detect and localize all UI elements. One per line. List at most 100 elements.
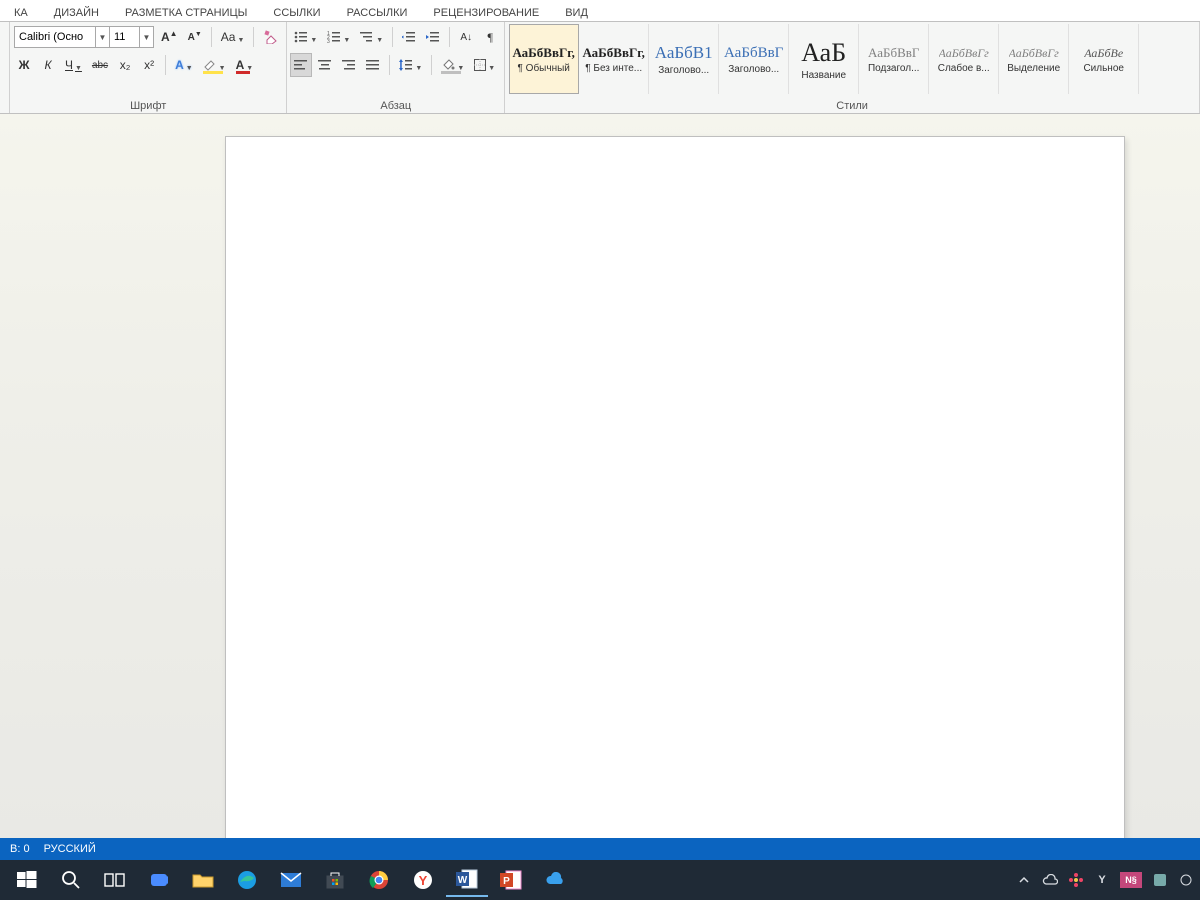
grow-font-label: A bbox=[161, 30, 170, 44]
superscript-button[interactable]: x² bbox=[139, 54, 159, 76]
taskbar-app-store-icon[interactable] bbox=[314, 863, 356, 897]
shrink-font-button[interactable]: A▼ bbox=[185, 26, 205, 48]
style-item-4[interactable]: АаБНазвание bbox=[789, 24, 859, 94]
tab-page-layout[interactable]: РАЗМЕТКА СТРАНИЦЫ bbox=[121, 5, 251, 21]
style-item-0[interactable]: АаБбВвГг,¶ Обычный bbox=[509, 24, 579, 94]
document-page[interactable] bbox=[225, 136, 1125, 838]
taskbar-app-mail-icon[interactable] bbox=[270, 863, 312, 897]
strikethrough-button[interactable]: abc bbox=[89, 54, 111, 76]
style-item-1[interactable]: АаБбВвГг,¶ Без инте... bbox=[579, 24, 649, 94]
taskbar: Y W P Y N§ bbox=[0, 860, 1200, 900]
tray-flower-icon[interactable] bbox=[1068, 872, 1084, 888]
change-case-button[interactable]: Aa▼ bbox=[218, 26, 248, 48]
word-icon: W bbox=[456, 869, 478, 889]
style-item-3[interactable]: АаБбВвГЗаголово... bbox=[719, 24, 789, 94]
align-left-button[interactable] bbox=[291, 54, 311, 76]
line-spacing-button[interactable]: ▼ bbox=[396, 54, 425, 76]
separator bbox=[211, 27, 212, 47]
highlight-color-button[interactable]: ▼ bbox=[200, 54, 229, 76]
taskbar-app-zoom-icon[interactable] bbox=[138, 863, 180, 897]
document-area[interactable] bbox=[0, 114, 1200, 838]
grow-font-button[interactable]: A▲ bbox=[158, 26, 181, 48]
cloud-icon bbox=[544, 872, 566, 888]
svg-text:W: W bbox=[458, 875, 468, 886]
tray-cloud-icon[interactable] bbox=[1042, 872, 1058, 888]
taskbar-app-yandex-icon[interactable]: Y bbox=[402, 863, 444, 897]
indent-icon bbox=[426, 31, 440, 43]
increase-indent-button[interactable] bbox=[423, 26, 443, 48]
tray-chevron-up-icon[interactable] bbox=[1016, 872, 1032, 888]
multilevel-icon bbox=[360, 31, 374, 43]
separator bbox=[253, 27, 254, 47]
tab-references[interactable]: ССЫЛКИ bbox=[269, 5, 324, 21]
yandex-icon: Y bbox=[413, 870, 433, 890]
borders-button[interactable]: ▼ bbox=[471, 54, 498, 76]
taskbar-app-explorer-icon[interactable] bbox=[182, 863, 224, 897]
font-group-label: Шрифт bbox=[14, 99, 282, 112]
taskview-icon bbox=[104, 871, 126, 889]
separator bbox=[392, 27, 393, 47]
font-size-input[interactable] bbox=[109, 27, 139, 47]
tray-app-icon[interactable] bbox=[1152, 872, 1168, 888]
underline-button[interactable]: Ч▼ bbox=[62, 54, 85, 76]
tab-review[interactable]: РЕЦЕНЗИРОВАНИЕ bbox=[429, 5, 543, 21]
font-name-arrow-icon[interactable]: ▼ bbox=[95, 27, 109, 47]
text-effects-button[interactable]: A▼ bbox=[172, 54, 196, 76]
ribbon-group-styles: АаБбВвГг,¶ ОбычныйАаБбВвГг,¶ Без инте...… bbox=[505, 22, 1200, 113]
font-size-arrow-icon[interactable]: ▼ bbox=[139, 27, 153, 47]
taskbar-app-word-icon[interactable]: W bbox=[446, 863, 488, 897]
align-right-button[interactable] bbox=[339, 54, 359, 76]
taskbar-app-cloud-icon[interactable] bbox=[534, 863, 576, 897]
style-item-7[interactable]: АаБбВвГгВыделение bbox=[999, 24, 1069, 94]
tray-yandex-icon[interactable]: Y bbox=[1094, 872, 1110, 888]
status-word-count[interactable]: В: 0 bbox=[10, 843, 30, 855]
taskbar-taskview-icon[interactable] bbox=[94, 863, 136, 897]
svg-text:3: 3 bbox=[327, 39, 330, 43]
bullets-button[interactable]: ▼ bbox=[291, 26, 320, 48]
change-case-label: Aa bbox=[221, 30, 236, 44]
tray-keyboard-icon[interactable]: N§ bbox=[1120, 872, 1142, 888]
font-name-input[interactable] bbox=[15, 27, 95, 47]
shading-button[interactable]: ▼ bbox=[438, 54, 467, 76]
style-item-5[interactable]: АаБбВвГПодзагол... bbox=[859, 24, 929, 94]
clear-formatting-button[interactable] bbox=[260, 26, 282, 48]
sort-button[interactable]: А↓ bbox=[456, 26, 476, 48]
style-label: ¶ Обычный bbox=[511, 63, 576, 74]
start-button[interactable] bbox=[6, 863, 48, 897]
subscript-button[interactable]: x₂ bbox=[115, 54, 135, 76]
align-center-button[interactable] bbox=[315, 54, 335, 76]
show-marks-button[interactable]: ¶ bbox=[480, 26, 500, 48]
tab-view[interactable]: ВИД bbox=[561, 5, 592, 21]
tab-design[interactable]: ДИЗАЙН bbox=[50, 5, 103, 21]
align-justify-button[interactable] bbox=[363, 54, 383, 76]
chrome-icon bbox=[369, 870, 389, 890]
tray-more-icon[interactable] bbox=[1178, 872, 1194, 888]
borders-icon bbox=[474, 59, 486, 71]
style-label: Слабое в... bbox=[931, 63, 996, 74]
styles-gallery[interactable]: АаБбВвГг,¶ ОбычныйАаБбВвГг,¶ Без инте...… bbox=[509, 24, 1195, 94]
tab-mailings[interactable]: РАССЫЛКИ bbox=[343, 5, 412, 21]
font-name-combo[interactable]: ▼ ▼ bbox=[14, 26, 154, 48]
status-language[interactable]: РУССКИЙ bbox=[44, 843, 96, 855]
font-color-button[interactable]: A ▼ bbox=[233, 54, 257, 76]
bold-button[interactable]: Ж bbox=[14, 54, 34, 76]
taskbar-app-powerpoint-icon[interactable]: P bbox=[490, 863, 532, 897]
style-item-6[interactable]: АаБбВвГгСлабое в... bbox=[929, 24, 999, 94]
ribbon-group-font: ▼ ▼ A▲ A▼ Aa▼ Ж bbox=[10, 22, 287, 113]
numbering-button[interactable]: 123▼ bbox=[324, 26, 353, 48]
style-item-2[interactable]: АаБбВ1Заголово... bbox=[649, 24, 719, 94]
taskbar-search-icon[interactable] bbox=[50, 863, 92, 897]
multilevel-list-button[interactable]: ▼ bbox=[357, 26, 386, 48]
paint-bucket-icon bbox=[441, 59, 455, 71]
taskbar-app-chrome-icon[interactable] bbox=[358, 863, 400, 897]
taskbar-app-edge-icon[interactable] bbox=[226, 863, 268, 897]
mail-icon bbox=[280, 872, 302, 888]
style-item-8[interactable]: АаБбВеСильное bbox=[1069, 24, 1139, 94]
tab-partial[interactable]: КА bbox=[10, 5, 32, 21]
zoom-icon bbox=[148, 869, 170, 891]
align-right-icon bbox=[342, 59, 356, 71]
decrease-indent-button[interactable] bbox=[399, 26, 419, 48]
italic-button[interactable]: К bbox=[38, 54, 58, 76]
eraser-icon bbox=[263, 30, 279, 44]
bullets-icon bbox=[294, 31, 308, 43]
